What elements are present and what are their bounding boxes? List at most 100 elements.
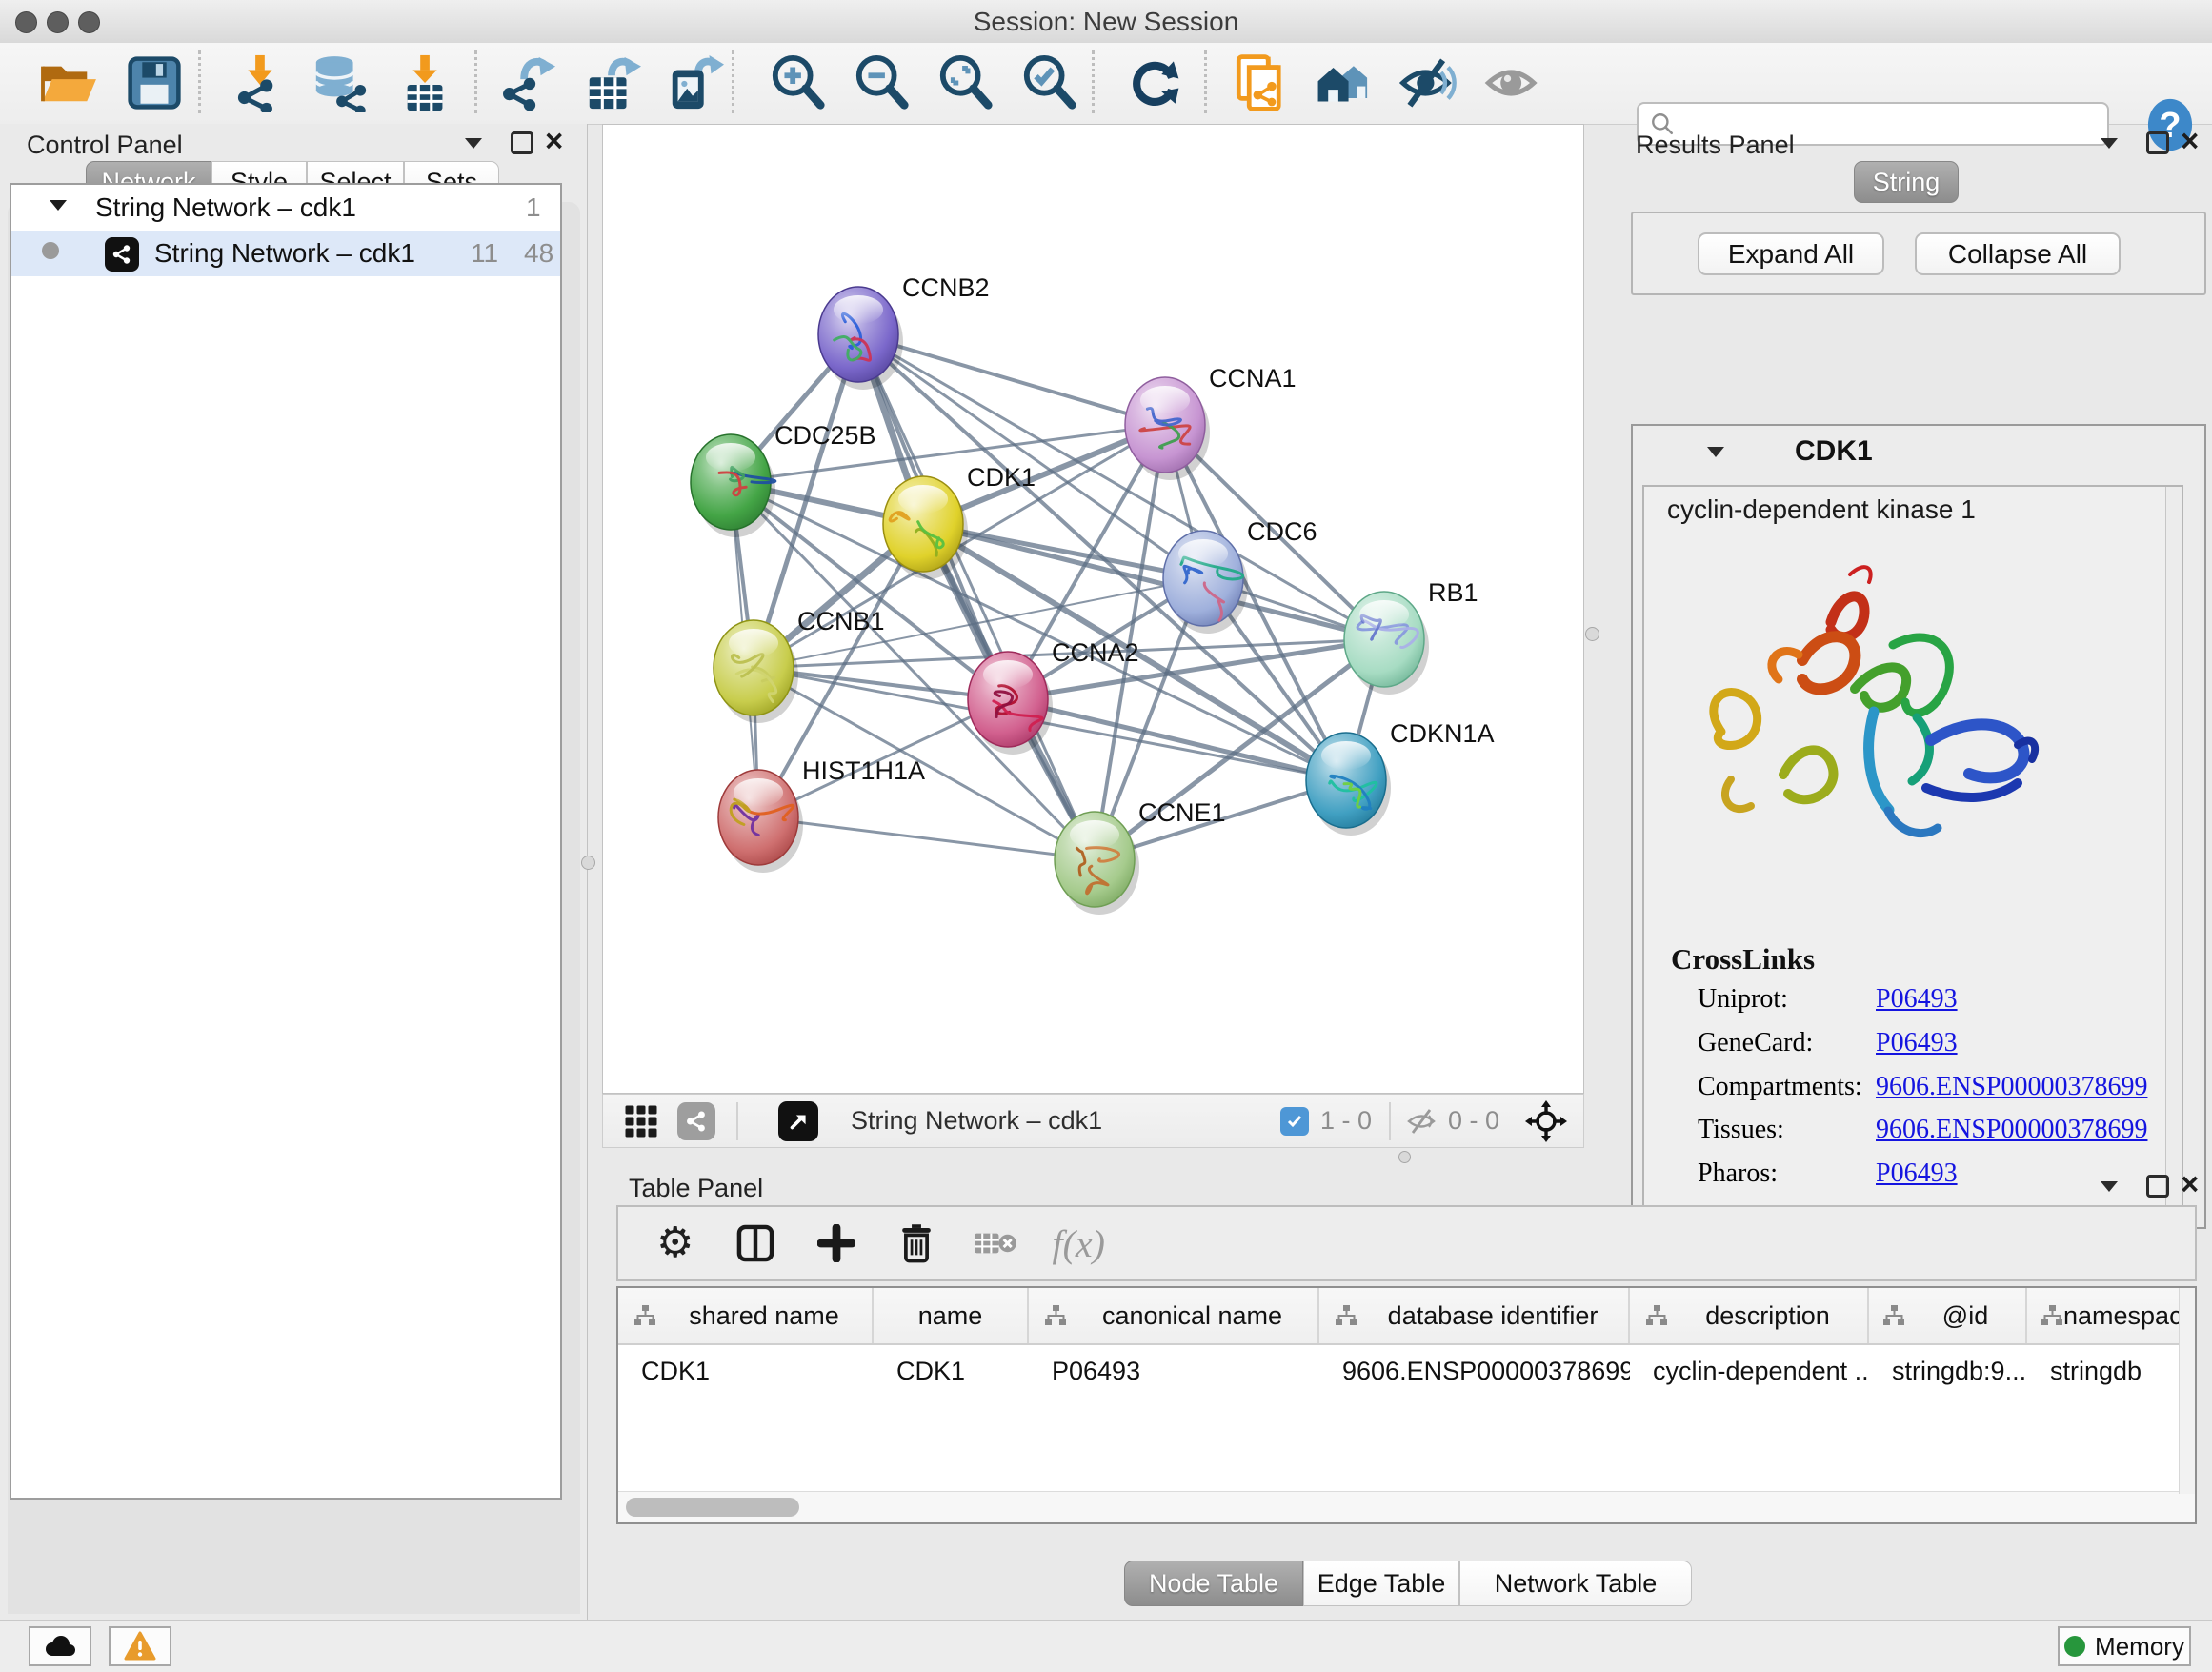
collection-expand-icon[interactable]	[50, 200, 67, 211]
control-panel: Control Panel × Network Style Select Set…	[0, 124, 588, 1620]
zoom-fit-button[interactable]	[935, 52, 996, 113]
show-all-button[interactable]	[1482, 52, 1543, 113]
birds-eye-view-icon[interactable]	[624, 1104, 658, 1138]
tab-network-table[interactable]: Network Table	[1459, 1561, 1692, 1606]
import-table-button[interactable]	[395, 52, 456, 113]
column-header-id[interactable]: @id	[1869, 1288, 2027, 1343]
column-header-canonical-name[interactable]: canonical name	[1029, 1288, 1319, 1343]
crosslink-value-link[interactable]: 9606.ENSP00000378699	[1876, 1072, 2147, 1102]
table-vertical-scrollbar[interactable]	[2179, 1288, 2195, 1494]
save-session-button[interactable]	[124, 52, 185, 113]
cell-canonical-name[interactable]: P06493	[1029, 1345, 1319, 1397]
zoom-out-button[interactable]	[852, 52, 913, 113]
memory-button[interactable]: Memory	[2058, 1626, 2191, 1666]
network-row[interactable]: String Network – cdk1 11 48	[11, 231, 560, 276]
tab-string[interactable]: String	[1854, 161, 1959, 203]
export-table-button[interactable]	[581, 52, 642, 113]
column-header-name[interactable]: name	[874, 1288, 1029, 1343]
memory-status-dot-icon	[2064, 1636, 2085, 1657]
network-node-CDKN1A[interactable]: CDKN1A	[1306, 719, 1495, 836]
table-panel-float-icon[interactable]	[2101, 1181, 2118, 1192]
crosslink-value-link[interactable]: 9606.ENSP00000378699	[1876, 1115, 2147, 1145]
window-zoom-button[interactable]	[78, 11, 100, 33]
table-row[interactable]: CDK1 CDK1 P06493 9606.ENSP00000378699 cy…	[618, 1345, 2195, 1397]
node-label-CDC6: CDC6	[1247, 517, 1317, 546]
column-header-description[interactable]: description	[1630, 1288, 1869, 1343]
window-close-button[interactable]	[15, 11, 37, 33]
cell-database-identifier[interactable]: 9606.ENSP00000378699	[1319, 1345, 1630, 1397]
function-builder-icon: f(x)	[1052, 1221, 1105, 1266]
expand-all-button[interactable]: Expand All	[1698, 232, 1884, 275]
results-panel-float-icon[interactable]	[2101, 138, 2118, 149]
node-table: shared name name canonical name database…	[616, 1286, 2197, 1524]
open-session-button[interactable]	[38, 52, 99, 113]
tab-edge-table[interactable]: Edge Table	[1303, 1561, 1459, 1606]
column-header-shared-name[interactable]: shared name	[618, 1288, 874, 1343]
right-splitter-handle[interactable]	[1585, 627, 1599, 641]
cloud-status-button[interactable]	[29, 1626, 91, 1666]
bottom-splitter-handle[interactable]	[1398, 1151, 1411, 1163]
export-network-button[interactable]	[497, 52, 558, 113]
zoom-selected-button[interactable]	[1019, 52, 1080, 113]
column-header-database-identifier[interactable]: database identifier	[1319, 1288, 1630, 1343]
scrollbar-thumb[interactable]	[626, 1498, 799, 1517]
table-options-gear-icon[interactable]: ⚙	[656, 1222, 694, 1264]
left-splitter-handle[interactable]	[581, 856, 595, 870]
network-share-icon[interactable]	[677, 1102, 715, 1140]
network-node-HIST1H1A[interactable]: HIST1H1A	[718, 756, 925, 873]
duplicate-network-button[interactable]	[1231, 52, 1292, 113]
network-node-CCNA1[interactable]: CCNA1	[1125, 364, 1297, 480]
network-edge-HIST1H1A-CCNE1[interactable]	[758, 817, 1095, 859]
table-panel-close-icon[interactable]: ×	[2181, 1173, 2199, 1196]
zoom-out-icon	[853, 53, 912, 112]
table-horizontal-scrollbar[interactable]	[618, 1491, 2195, 1522]
collapse-all-button[interactable]: Collapse All	[1915, 232, 2121, 275]
window-minimize-button[interactable]	[47, 11, 69, 33]
delete-column-icon[interactable]	[897, 1223, 935, 1263]
cell-name[interactable]: CDK1	[874, 1345, 1029, 1397]
control-panel-close-icon[interactable]: ×	[545, 130, 563, 152]
open-in-window-icon[interactable]	[778, 1101, 818, 1141]
crosslink-row: Compartments: 9606.ENSP00000378699	[1644, 1072, 2182, 1116]
network-collection-row[interactable]: String Network – cdk1 1	[11, 185, 560, 231]
shared-column-icon	[1645, 1305, 1668, 1326]
results-panel-maximize-icon[interactable]	[2146, 131, 2169, 154]
zoom-in-button[interactable]	[768, 52, 829, 113]
cell-id[interactable]: stringdb:9...	[1869, 1345, 2027, 1397]
apply-layout-button[interactable]	[1124, 52, 1185, 113]
hide-selected-button[interactable]	[1398, 52, 1459, 113]
add-column-icon[interactable]	[817, 1224, 855, 1262]
control-panel-maximize-icon[interactable]	[511, 131, 533, 154]
selected-checkbox-icon[interactable]	[1280, 1107, 1309, 1136]
first-neighbors-button[interactable]	[1315, 52, 1376, 113]
results-panel: Results Panel × String Expand All Collap…	[1599, 124, 2212, 1167]
results-scrollbar[interactable]	[2165, 487, 2182, 1219]
control-panel-float-icon[interactable]	[465, 138, 482, 149]
center-view-icon[interactable]	[1524, 1099, 1568, 1143]
network-node-CCNB2[interactable]: CCNB2	[818, 273, 990, 390]
network-node-CDC25B[interactable]: CDC25B	[691, 421, 876, 537]
tab-node-table[interactable]: Node Table	[1124, 1561, 1303, 1606]
export-image-button[interactable]	[664, 52, 725, 113]
results-panel-close-icon[interactable]: ×	[2181, 130, 2199, 152]
import-network-from-database-button[interactable]	[310, 52, 371, 113]
cell-description[interactable]: cyclin-dependent ...	[1630, 1345, 1869, 1397]
cell-shared-name[interactable]: CDK1	[618, 1345, 874, 1397]
network-edge-CCNB2-CCNA1[interactable]	[858, 334, 1165, 425]
import-network-file-button[interactable]	[229, 52, 290, 113]
show-columns-icon[interactable]	[735, 1223, 775, 1263]
crosslink-value-link[interactable]: P06493	[1876, 1028, 1958, 1058]
warnings-button[interactable]	[109, 1626, 171, 1666]
network-canvas[interactable]: CCNB2CCNA1CDC25BCDK1CDC6RB1CCNB1CCNA2CDK…	[602, 124, 1584, 1094]
network-node-RB1[interactable]: RB1	[1344, 578, 1478, 695]
column-header-namespace[interactable]: namespace	[2027, 1288, 2195, 1343]
crosslink-row: GeneCard: P06493	[1644, 1028, 2182, 1072]
cell-namespace[interactable]: stringdb	[2027, 1345, 2195, 1397]
crosslink-value-link[interactable]: P06493	[1876, 984, 1958, 1015]
gene-section-collapse-icon[interactable]	[1707, 447, 1724, 457]
table-tabs: Node Table Edge Table Network Table	[1124, 1561, 1692, 1606]
eye-slash-icon	[1399, 55, 1458, 111]
network-node-CCNE1[interactable]: CCNE1	[1055, 798, 1226, 915]
crosslink-label: GeneCard:	[1698, 1028, 1813, 1058]
table-panel-maximize-icon[interactable]	[2146, 1175, 2169, 1198]
